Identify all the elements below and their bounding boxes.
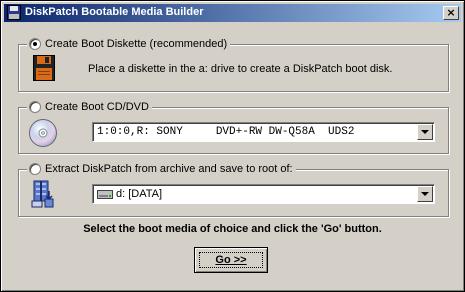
- diskette-radio-button[interactable]: [29, 38, 41, 50]
- chevron-down-icon[interactable]: [417, 124, 433, 140]
- archive-option-radio[interactable]: Extract DiskPatch from archive and save …: [27, 162, 296, 176]
- floppy-disk-icon: [7, 5, 21, 20]
- title-bar[interactable]: DiskPatch Bootable Media Builder ×: [4, 4, 461, 22]
- cd-option-group: Create Boot CD/DVD 1:0:0,R: SONY DVD+-RW…: [18, 100, 449, 154]
- chevron-down-icon[interactable]: [417, 186, 433, 202]
- diskette-description: Place a diskette in the a: drive to crea…: [88, 63, 393, 75]
- archive-radio-button[interactable]: [29, 163, 41, 175]
- cd-drive-value: 1:0:0,R: SONY DVD+-RW DW-Q58A UDS2: [97, 126, 355, 138]
- archive-drive-select[interactable]: d: [DATA]: [92, 184, 435, 204]
- archive-option-group: Extract DiskPatch from archive and save …: [18, 162, 449, 217]
- main-window: DiskPatch Bootable Media Builder × Creat…: [0, 0, 465, 292]
- cd-radio-button[interactable]: [29, 101, 41, 113]
- go-button[interactable]: Go >>: [194, 247, 268, 273]
- close-button[interactable]: ×: [443, 6, 459, 20]
- go-button-label: Go >>: [215, 254, 247, 266]
- cd-option-radio[interactable]: Create Boot CD/DVD: [27, 100, 152, 114]
- diskette-option-group: Create Boot Diskette (recommended) Place…: [18, 37, 449, 92]
- archive-option-label: Extract DiskPatch from archive and save …: [45, 163, 293, 175]
- archive-drive-value: d: [DATA]: [116, 188, 163, 200]
- diskette-icon: [33, 55, 55, 84]
- hard-drive-icon: [97, 189, 113, 203]
- diskette-option-radio[interactable]: Create Boot Diskette (recommended): [27, 37, 231, 51]
- instruction-text: Select the boot media of choice and clic…: [83, 223, 382, 235]
- archive-extract-icon: [31, 179, 57, 212]
- window-title: DiskPatch Bootable Media Builder: [25, 6, 204, 18]
- cd-option-label: Create Boot CD/DVD: [45, 101, 149, 113]
- diskette-option-label: Create Boot Diskette (recommended): [45, 38, 228, 50]
- cd-disc-icon: [28, 118, 58, 151]
- cd-drive-select[interactable]: 1:0:0,R: SONY DVD+-RW DW-Q58A UDS2: [92, 122, 435, 142]
- close-icon: ×: [446, 6, 456, 19]
